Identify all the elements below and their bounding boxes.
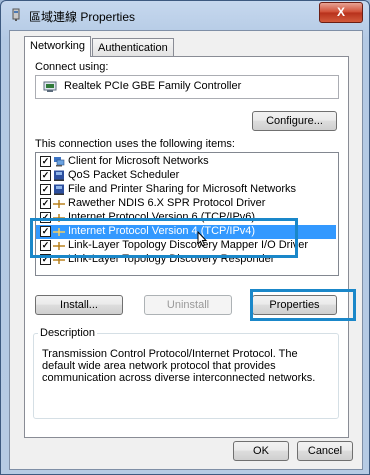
- title-bar[interactable]: 區域連線 Properties X: [1, 1, 369, 29]
- window-title: 區域連線 Properties: [29, 10, 136, 24]
- checkbox[interactable]: ✓: [40, 184, 51, 195]
- items-label: This connection uses the following items…: [35, 138, 235, 150]
- list-item[interactable]: ✓ QoS Packet Scheduler: [36, 169, 336, 183]
- description-group: Description Transmission Control Protoco…: [33, 327, 339, 419]
- network-adapter-icon: [12, 8, 20, 21]
- close-button[interactable]: X: [319, 2, 363, 23]
- adapter-name: Realtek PCIe GBE Family Controller: [64, 80, 242, 92]
- list-item[interactable]: ✓ File and Printer Sharing for Microsoft…: [36, 183, 336, 197]
- list-item[interactable]: ✓ Client for Microsoft Networks: [36, 155, 336, 169]
- adapter-field: Realtek PCIe GBE Family Controller: [35, 75, 339, 99]
- network-service-icon: [54, 170, 64, 181]
- highlight-callout-properties: [250, 289, 356, 321]
- adapter-icon: [43, 81, 57, 92]
- network-service-icon: [54, 184, 64, 195]
- description-text: Transmission Control Protocol/Internet P…: [42, 348, 316, 384]
- cancel-button[interactable]: Cancel: [297, 441, 353, 461]
- item-label: Client for Microsoft Networks: [68, 155, 209, 167]
- ok-button[interactable]: OK: [233, 441, 289, 461]
- tab-authentication[interactable]: Authentication: [92, 38, 174, 56]
- connect-using-label: Connect using:: [35, 61, 109, 73]
- tab-networking[interactable]: Networking: [24, 36, 92, 57]
- configure-button[interactable]: Configure...: [252, 111, 337, 131]
- protocol-icon: [53, 200, 65, 208]
- network-client-icon: [54, 157, 65, 167]
- install-button[interactable]: Install...: [35, 295, 123, 315]
- item-label: Rawether NDIS 6.X SPR Protocol Driver: [68, 197, 266, 209]
- item-label: File and Printer Sharing for Microsoft N…: [68, 183, 297, 195]
- checkbox[interactable]: ✓: [40, 170, 51, 181]
- description-legend: Description: [38, 327, 98, 339]
- checkbox[interactable]: ✓: [40, 156, 51, 167]
- highlight-callout-ip-protocols: [30, 218, 298, 258]
- list-item[interactable]: ✓ Rawether NDIS 6.X SPR Protocol Driver: [36, 197, 336, 211]
- item-label: QoS Packet Scheduler: [68, 169, 180, 181]
- uninstall-button[interactable]: Uninstall: [144, 295, 232, 315]
- checkbox[interactable]: ✓: [40, 198, 51, 209]
